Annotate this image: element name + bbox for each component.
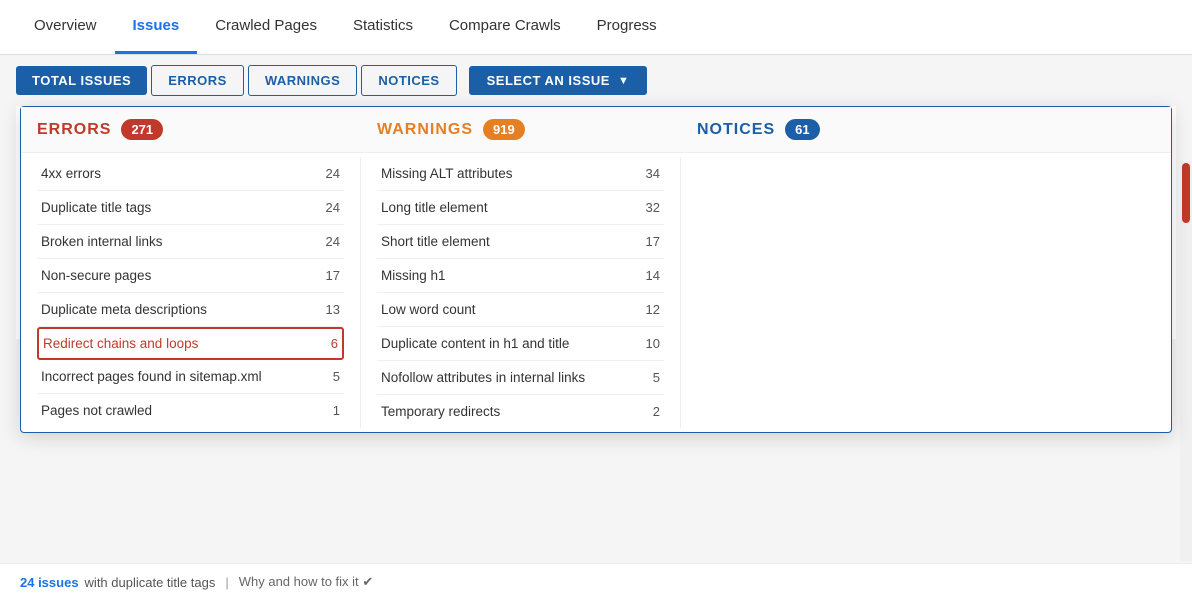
errors-column-header: ERRORS 271: [37, 119, 377, 140]
warning-count: 14: [646, 268, 660, 283]
warning-label: Long title element: [381, 200, 640, 215]
error-count: 6: [331, 336, 338, 351]
bottom-info-bar: 24 issues with duplicate title tags | Wh…: [0, 563, 1192, 600]
notices-column-header: NOTICES 61: [697, 119, 1155, 140]
warning-item-nofollow[interactable]: Nofollow attributes in internal links 5: [377, 361, 664, 395]
warning-item-alt[interactable]: Missing ALT attributes 34: [377, 157, 664, 191]
warning-count: 34: [646, 166, 660, 181]
warnings-badge: 919: [483, 119, 525, 140]
issues-count-link[interactable]: 24 issues: [20, 575, 79, 590]
warning-label: Temporary redirects: [381, 404, 647, 419]
error-item-sitemap[interactable]: Incorrect pages found in sitemap.xml 5: [37, 360, 344, 394]
warning-item-dup-h1[interactable]: Duplicate content in h1 and title 10: [377, 327, 664, 361]
notices-column: [681, 157, 1171, 428]
warning-item-short-title[interactable]: Short title element 17: [377, 225, 664, 259]
nav-progress[interactable]: Progress: [579, 0, 675, 54]
select-issue-button[interactable]: SELECT AN ISSUE ▼: [469, 66, 648, 95]
error-label: Broken internal links: [41, 234, 320, 249]
error-count: 13: [326, 302, 340, 317]
warning-count: 17: [646, 234, 660, 249]
warning-count: 5: [653, 370, 660, 385]
error-label: Redirect chains and loops: [43, 336, 325, 351]
error-label: Non-secure pages: [41, 268, 320, 283]
warning-item-missing-h1[interactable]: Missing h1 14: [377, 259, 664, 293]
nav-overview[interactable]: Overview: [16, 0, 115, 54]
filter-bar: TOTAL ISSUES ERRORS WARNINGS NOTICES SEL…: [0, 55, 1192, 106]
warning-label: Short title element: [381, 234, 640, 249]
warning-item-long-title[interactable]: Long title element 32: [377, 191, 664, 225]
scrollbar[interactable]: [1180, 161, 1192, 561]
errors-column: 4xx errors 24 Duplicate title tags 24 Br…: [21, 157, 361, 428]
notices-filter-button[interactable]: NOTICES: [361, 65, 456, 96]
select-issue-label: SELECT AN ISSUE: [487, 73, 610, 88]
chevron-down-icon: ▼: [618, 75, 629, 87]
error-label: Incorrect pages found in sitemap.xml: [41, 369, 327, 384]
top-navigation: Overview Issues Crawled Pages Statistics…: [0, 0, 1192, 55]
error-item-duplicate-title[interactable]: Duplicate title tags 24: [37, 191, 344, 225]
error-label: 4xx errors: [41, 166, 320, 181]
error-item-not-crawled[interactable]: Pages not crawled 1: [37, 394, 344, 427]
why-fix-link[interactable]: Why and how to fix it ✔: [239, 574, 373, 590]
nav-issues[interactable]: Issues: [115, 0, 198, 54]
warning-count: 12: [646, 302, 660, 317]
warning-label: Duplicate content in h1 and title: [381, 336, 640, 351]
why-fix-label: Why and how to fix it: [239, 574, 359, 589]
warning-label: Low word count: [381, 302, 640, 317]
error-label: Pages not crawled: [41, 403, 327, 418]
error-count: 5: [333, 369, 340, 384]
error-count: 24: [326, 166, 340, 181]
warning-item-low-word[interactable]: Low word count 12: [377, 293, 664, 327]
warning-label: Missing ALT attributes: [381, 166, 640, 181]
notices-badge: 61: [785, 119, 819, 140]
warning-label: Missing h1: [381, 268, 640, 283]
errors-filter-button[interactable]: ERRORS: [151, 65, 244, 96]
warning-count: 2: [653, 404, 660, 419]
dropdown-body: 4xx errors 24 Duplicate title tags 24 Br…: [21, 153, 1171, 432]
nav-compare-crawls[interactable]: Compare Crawls: [431, 0, 579, 54]
total-issues-button[interactable]: TOTAL ISSUES: [16, 66, 147, 95]
issues-text: with duplicate title tags: [85, 575, 216, 590]
error-count: 1: [333, 403, 340, 418]
nav-crawled-pages[interactable]: Crawled Pages: [197, 0, 335, 54]
error-item-non-secure[interactable]: Non-secure pages 17: [37, 259, 344, 293]
warning-label: Nofollow attributes in internal links: [381, 370, 647, 385]
error-count: 17: [326, 268, 340, 283]
warnings-column-header: WARNINGS 919: [377, 119, 697, 140]
nav-statistics[interactable]: Statistics: [335, 0, 431, 54]
error-count: 24: [326, 200, 340, 215]
scrollbar-thumb[interactable]: [1182, 163, 1190, 223]
main-content: 64 55 38 24 Err ERRORS 271 WARNINGS: [0, 106, 1192, 596]
error-label: Duplicate title tags: [41, 200, 320, 215]
error-label: Duplicate meta descriptions: [41, 302, 320, 317]
warning-item-temp-redirects[interactable]: Temporary redirects 2: [377, 395, 664, 428]
error-count: 24: [326, 234, 340, 249]
dropdown-header: ERRORS 271 WARNINGS 919 NOTICES 61: [21, 107, 1171, 153]
warnings-column-title: WARNINGS: [377, 121, 473, 139]
select-issue-dropdown: ERRORS 271 WARNINGS 919 NOTICES 61 4xx e…: [20, 106, 1172, 433]
errors-badge: 271: [121, 119, 163, 140]
warning-count: 10: [646, 336, 660, 351]
errors-column-title: ERRORS: [37, 121, 111, 139]
error-item-broken-links[interactable]: Broken internal links 24: [37, 225, 344, 259]
warnings-filter-button[interactable]: WARNINGS: [248, 65, 358, 96]
pipe-separator: |: [225, 575, 228, 590]
chevron-down-icon: ✔: [362, 574, 373, 589]
warning-count: 32: [646, 200, 660, 215]
error-item-4xx[interactable]: 4xx errors 24: [37, 157, 344, 191]
warnings-column: Missing ALT attributes 34 Long title ele…: [361, 157, 681, 428]
notices-column-title: NOTICES: [697, 121, 775, 139]
error-item-dup-meta[interactable]: Duplicate meta descriptions 13: [37, 293, 344, 327]
error-item-redirect-chains[interactable]: Redirect chains and loops 6: [37, 327, 344, 360]
